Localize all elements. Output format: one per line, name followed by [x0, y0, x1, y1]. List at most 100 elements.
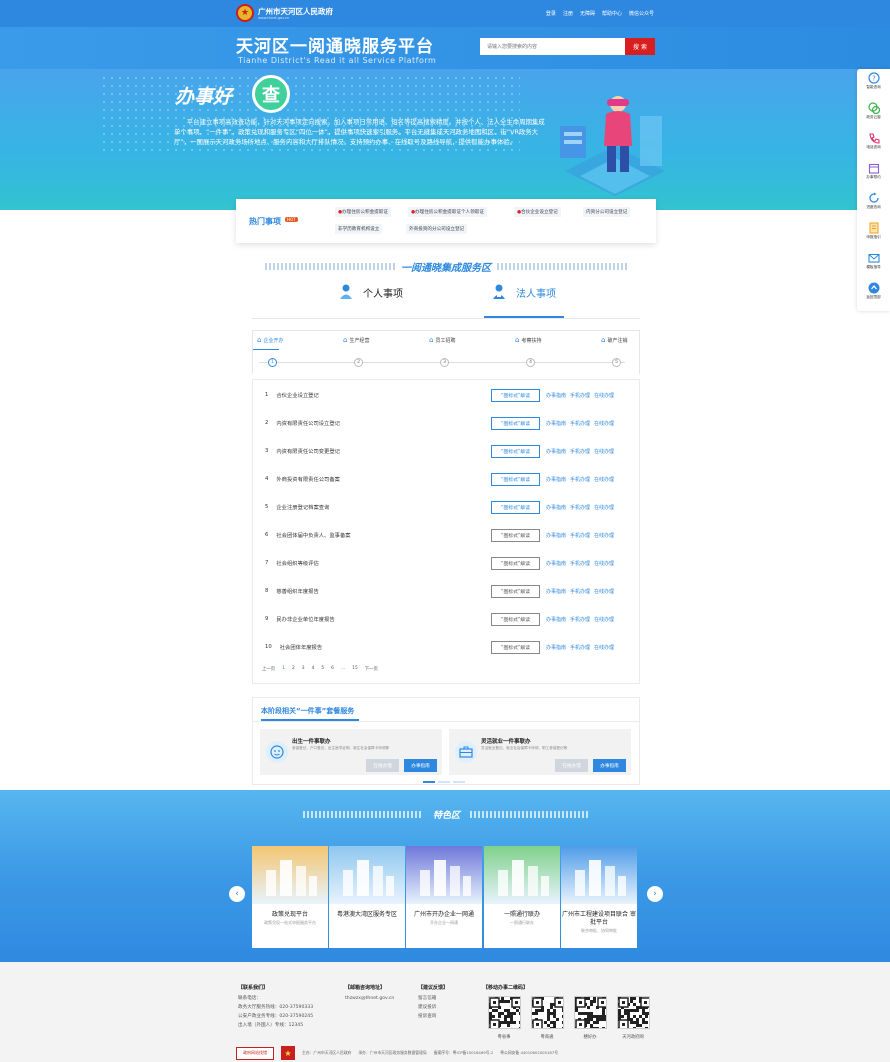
mobile-link[interactable]: 手机办理	[570, 448, 590, 455]
carousel-next-button[interactable]: ›	[647, 886, 663, 902]
special-card[interactable]: 粤港澳大湾区服务专区	[329, 846, 405, 948]
guide-link[interactable]: 办事指南	[546, 420, 566, 427]
table-row[interactable]: 8 慈善组织年度报告	[265, 584, 319, 598]
carousel-dot[interactable]	[438, 781, 450, 783]
search-button[interactable]: 搜 索	[625, 38, 655, 55]
row-title[interactable]: 社会组织等级评估	[276, 559, 318, 567]
table-row[interactable]: 2 内资有限责任公司设立登记	[265, 416, 340, 430]
search-input[interactable]	[480, 38, 625, 55]
page-number[interactable]: ...	[341, 666, 345, 672]
special-card[interactable]: 广州市工程建设项目联合 审批平台 联合审批、协同审批	[561, 846, 637, 948]
guide-link[interactable]: 办事指南	[546, 588, 566, 595]
wechat-link[interactable]: 微信公众号	[629, 10, 654, 17]
mobile-link[interactable]: 手机办理	[570, 392, 590, 399]
table-row[interactable]: 5 企业注册登记档案查询	[265, 500, 329, 514]
guide-link[interactable]: 办事指南	[546, 476, 566, 483]
carousel-dot[interactable]	[423, 781, 435, 783]
online-link[interactable]: 在线办理	[594, 476, 614, 483]
page-number[interactable]: 2	[292, 666, 295, 672]
icon-interpret-button[interactable]: “图标式”解读	[491, 641, 540, 654]
online-handle-button[interactable]: 在线办理	[555, 759, 588, 772]
guide-link[interactable]: 办事指南	[546, 448, 566, 455]
guide-link[interactable]: 办事指南	[546, 616, 566, 623]
help-link[interactable]: 帮助中心	[602, 10, 622, 17]
float-phone[interactable]: 电话咨询	[857, 132, 890, 150]
register-link[interactable]: 注册	[563, 10, 573, 17]
float-guide[interactable]: 申报指引	[857, 222, 890, 240]
online-link[interactable]: 在线办理	[594, 588, 614, 595]
carousel-prev-button[interactable]: ‹	[229, 886, 245, 902]
online-handle-button[interactable]: 在线办理	[366, 759, 399, 772]
accessibility-link[interactable]: 无障碍	[580, 10, 595, 17]
hot-item[interactable]: ●办理住房公积金提取证个人领取证	[408, 207, 487, 217]
float-template[interactable]: 模板指导	[857, 252, 890, 270]
stage-tab[interactable]: ⌂ 企业开办	[257, 336, 283, 344]
online-link[interactable]: 在线办理	[594, 392, 614, 399]
page-number[interactable]: 5	[321, 666, 324, 672]
gov-logo[interactable]: ★ 广州市天河区人民政府 www.thnet.gov.cn	[236, 4, 333, 22]
icon-interpret-button[interactable]: “图标式”解读	[491, 445, 540, 458]
icon-interpret-button[interactable]: “图标式”解读	[491, 585, 540, 598]
carousel-dot[interactable]	[453, 781, 465, 783]
table-row[interactable]: 9 民办非企业单位年度报告	[265, 612, 335, 626]
row-title[interactable]: 民办非企业单位年度报告	[276, 615, 334, 623]
float-appointment[interactable]: 办事预约	[857, 162, 890, 180]
mobile-link[interactable]: 手机办理	[570, 476, 590, 483]
special-card[interactable]: 一照通行联办 一照通行联办	[484, 846, 560, 948]
guide-link[interactable]: 办事指南	[546, 504, 566, 511]
icon-interpret-button[interactable]: “图标式”解读	[491, 529, 540, 542]
icon-interpret-button[interactable]: “图标式”解读	[491, 557, 540, 570]
special-card[interactable]: 政策兑现平台 政策兑现一站式申报服务平台	[252, 846, 328, 948]
float-gov-window[interactable]: 政务云窗	[857, 102, 890, 120]
icon-interpret-button[interactable]: “图标式”解读	[491, 501, 540, 514]
row-title[interactable]: 社会团体年度报告	[280, 643, 322, 651]
stage-tab[interactable]: ⌂ 破产注销	[601, 336, 627, 344]
footer-link[interactable]: 建议投诉	[418, 1003, 448, 1012]
party-gov-badge-icon[interactable]: ★	[281, 1046, 295, 1060]
guide-button[interactable]: 办事指南	[404, 759, 437, 772]
online-link[interactable]: 在线办理	[594, 504, 614, 511]
table-row[interactable]: 1 合伙企业设立登记	[265, 388, 319, 402]
footer-police-record[interactable]: 粤公网安备 44010602000187号	[500, 1050, 558, 1056]
package-card[interactable]: 灵活就业一件事联办 灵活就业登记、就业社会保障卡申领、职工参保登记等 在线办理 …	[449, 729, 631, 775]
online-link[interactable]: 在线办理	[594, 560, 614, 567]
page-number[interactable]: 3	[302, 666, 305, 672]
mobile-link[interactable]: 手机办理	[570, 616, 590, 623]
row-title[interactable]: 社会团体届中负责人、监事备案	[276, 531, 350, 539]
page-number[interactable]: 6	[331, 666, 334, 672]
row-title[interactable]: 外商投资有限责任公司备案	[276, 475, 340, 483]
hot-item[interactable]: ●合伙企业设立登记	[514, 207, 561, 217]
online-link[interactable]: 在线办理	[594, 644, 614, 651]
tab-personal[interactable]: 个人事项	[337, 283, 403, 301]
footer-icp[interactable]: 备案序号：粤ICP备15016469号-2	[434, 1050, 494, 1056]
page-number[interactable]: 15	[352, 666, 358, 672]
row-title[interactable]: 慈善组织年度报告	[276, 587, 318, 595]
icon-interpret-button[interactable]: “图标式”解读	[491, 389, 540, 402]
tab-legal[interactable]: 法人事项	[490, 283, 556, 301]
stage-tab[interactable]: ⌂ 生产经营	[343, 336, 369, 344]
table-row[interactable]: 3 内资有限责任公司变更登记	[265, 444, 340, 458]
hot-item[interactable]: 外商投资的分公司设立登记	[406, 224, 468, 234]
online-link[interactable]: 在线办理	[594, 616, 614, 623]
stage-tab[interactable]: ⌂ 考察扶持	[515, 336, 541, 344]
hot-item[interactable]: ●办理住房公积金提取证	[335, 207, 391, 217]
mobile-link[interactable]: 手机办理	[570, 560, 590, 567]
icon-interpret-button[interactable]: “图标式”解读	[491, 473, 540, 486]
icon-interpret-button[interactable]: “图标式”解读	[491, 613, 540, 626]
table-row[interactable]: 10 社会团体年度报告	[265, 640, 322, 654]
mobile-link[interactable]: 手机办理	[570, 504, 590, 511]
table-row[interactable]: 7 社会组织等级评估	[265, 556, 319, 570]
row-title[interactable]: 企业注册登记档案查询	[276, 503, 329, 511]
footer-link[interactable]: 投诉查询	[418, 1012, 448, 1021]
mobile-link[interactable]: 手机办理	[570, 588, 590, 595]
stage-tab[interactable]: ⌂ 员工招聘	[429, 336, 455, 344]
guide-link[interactable]: 办事指南	[546, 392, 566, 399]
hot-item[interactable]: 非学历教育机构设立	[335, 224, 383, 234]
guide-link[interactable]: 办事指南	[546, 560, 566, 567]
login-link[interactable]: 登录	[546, 10, 556, 17]
online-link[interactable]: 在线办理	[594, 448, 614, 455]
guide-link[interactable]: 办事指南	[546, 532, 566, 539]
special-card[interactable]: 广州市开办企业一网通 开办企业一网通	[406, 846, 482, 948]
mobile-link[interactable]: 手机办理	[570, 420, 590, 427]
table-row[interactable]: 4 外商投资有限责任公司备案	[265, 472, 340, 486]
